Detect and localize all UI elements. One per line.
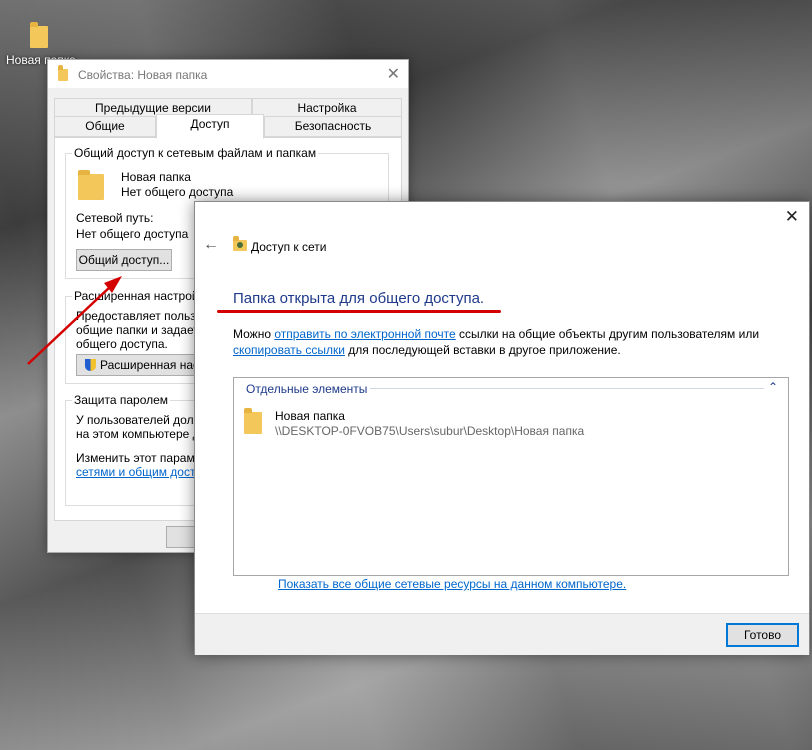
- password-protection-label: Защита паролем: [72, 393, 171, 407]
- folder-name: Новая папка: [121, 170, 191, 184]
- dialog-footer: Готово: [195, 613, 809, 655]
- desc-text: ссылки на общие объекты другим пользоват…: [455, 327, 760, 341]
- tab-security[interactable]: Безопасность: [264, 116, 402, 137]
- shared-items-list: Отдельные элементы ⌃ Новая папка \\DESKT…: [233, 377, 789, 576]
- advanced-desc-line: общего доступа.: [76, 337, 168, 351]
- chevron-up-icon[interactable]: ⌃: [768, 380, 778, 394]
- network-path-label: Сетевой путь:: [76, 211, 154, 225]
- item-path: \\DESKTOP-0FVOB75\Users\subur\Desktop\Но…: [275, 424, 585, 438]
- password-desc-line: У пользователей долж: [76, 413, 202, 427]
- folder-icon: [244, 408, 262, 434]
- advanced-desc-line: общие папки и задает: [76, 323, 199, 337]
- network-share-icon: [233, 236, 247, 251]
- network-path-value: Нет общего доступа: [76, 227, 189, 241]
- folder-icon: [58, 65, 68, 81]
- folder-share-status: Нет общего доступа: [121, 185, 234, 199]
- tab-sharing[interactable]: Доступ: [156, 114, 264, 139]
- password-desc-line: на этом компьютере д: [76, 427, 200, 441]
- tab-general[interactable]: Общие: [54, 116, 156, 137]
- copy-links-link[interactable]: скопировать ссылки: [233, 343, 345, 357]
- list-header-divider: [370, 388, 764, 389]
- close-icon[interactable]: ✕: [785, 207, 799, 227]
- show-all-shares-link[interactable]: Показать все общие сетевые ресурсы на да…: [278, 577, 626, 591]
- folder-icon: [78, 170, 104, 200]
- advanced-sharing-button-label: Расширенная нас: [100, 358, 200, 372]
- network-sharing-label: Общий доступ к сетевым файлам и папкам: [72, 146, 319, 160]
- password-change-text: Изменить этот параме: [76, 451, 202, 465]
- annotation-underline: [217, 310, 501, 313]
- list-header: Отдельные элементы: [246, 382, 368, 396]
- item-name: Новая папка: [275, 409, 345, 423]
- dialog-description: Можно отправить по электронной почте ссы…: [233, 326, 793, 358]
- close-icon[interactable]: ✕: [387, 64, 400, 84]
- network-sharing-center-link[interactable]: сетями и общим досту: [76, 465, 202, 479]
- properties-titlebar: Свойства: Новая папка ✕: [48, 60, 408, 88]
- desc-text: для последующей вставки в другое приложе…: [344, 343, 621, 357]
- dialog-title: Доступ к сети: [251, 240, 327, 254]
- back-arrow-icon[interactable]: ←: [203, 236, 219, 254]
- properties-title: Свойства: Новая папка: [78, 68, 208, 82]
- uac-shield-icon: [85, 359, 96, 371]
- email-link[interactable]: отправить по электронной почте: [274, 327, 455, 341]
- folder-icon: [30, 22, 48, 48]
- dialog-heading: Папка открыта для общего доступа.: [233, 290, 485, 307]
- share-button[interactable]: Общий доступ...: [76, 249, 172, 271]
- network-access-dialog: ✕ ← Доступ к сети Папка открыта для обще…: [194, 201, 810, 655]
- advanced-desc-line: Предоставляет пользо: [76, 309, 203, 323]
- advanced-sharing-label: Расширенная настрой: [72, 289, 201, 303]
- desc-text: Можно: [233, 327, 275, 341]
- done-button[interactable]: Готово: [726, 623, 799, 647]
